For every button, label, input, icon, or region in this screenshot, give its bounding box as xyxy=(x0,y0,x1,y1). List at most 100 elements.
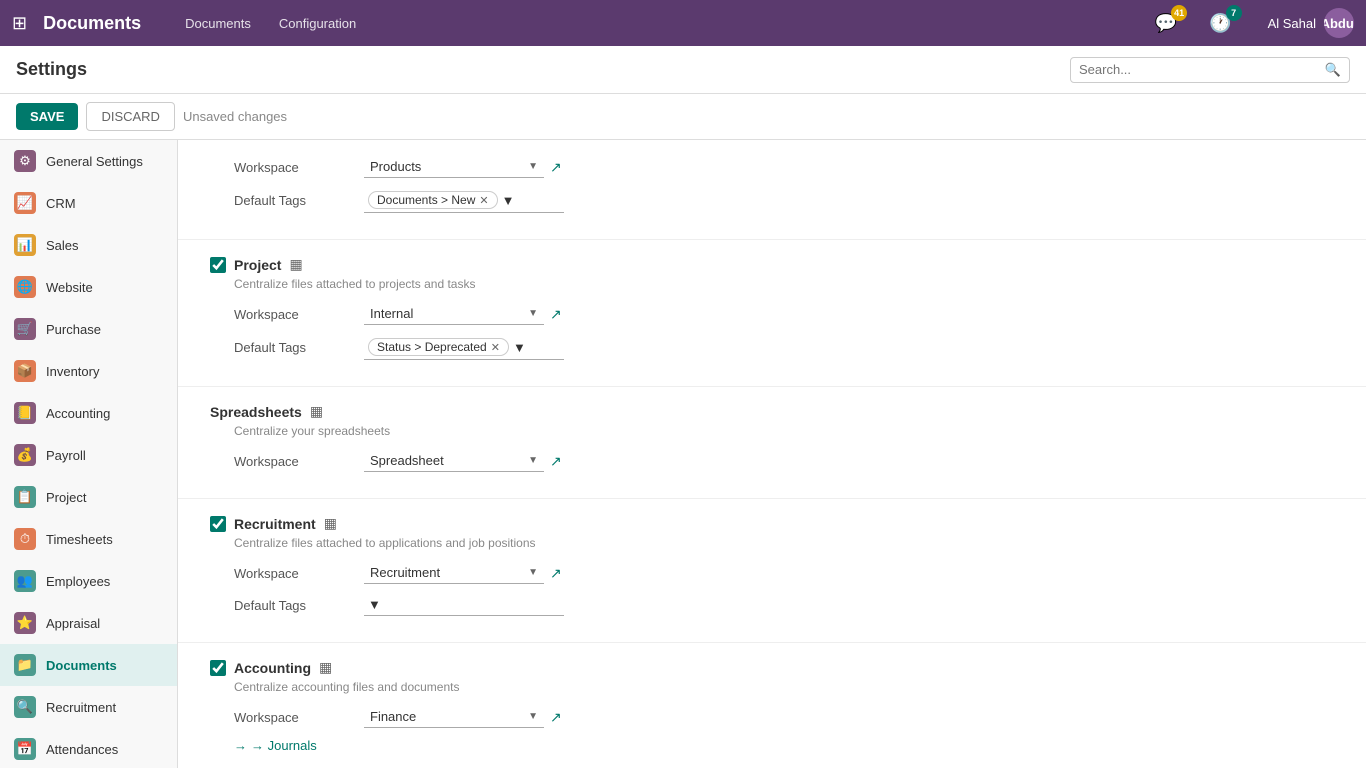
workspace-select-text-spreadsheets: Spreadsheet xyxy=(370,453,528,468)
discard-button[interactable]: DISCARD xyxy=(86,102,175,131)
recruitment-grid-icon: ▦ xyxy=(324,515,337,532)
nav-documents[interactable]: Documents xyxy=(173,10,263,37)
sidebar-item-crm[interactable]: 📈 CRM xyxy=(0,182,177,224)
workspace-external-link-products[interactable]: ↗ xyxy=(550,159,562,176)
nav-configuration[interactable]: Configuration xyxy=(267,10,368,37)
default-tags-label-recruitment: Default Tags xyxy=(234,598,364,613)
section-recruitment: Recruitment ▦ Centralize files attached … xyxy=(178,499,1366,643)
default-tags-label: Default Tags xyxy=(234,193,364,208)
workspace-select-recruitment[interactable]: Recruitment ▼ xyxy=(364,562,544,584)
appraisal-icon: ⭐ xyxy=(14,612,36,634)
spreadsheets-grid-icon: ▦ xyxy=(310,403,323,420)
sidebar-label-recruitment: Recruitment xyxy=(46,700,116,715)
tag-close-icon[interactable]: ✕ xyxy=(479,194,488,207)
sidebar-label-crm: CRM xyxy=(46,196,76,211)
crm-icon: 📈 xyxy=(14,192,36,214)
tags-box-products[interactable]: Documents > New ✕ ▼ xyxy=(364,188,564,213)
workspace-value-project: Internal ▼ ↗ xyxy=(364,303,562,325)
workspace-label-project: Workspace xyxy=(234,307,364,322)
sidebar-label-documents: Documents xyxy=(46,658,117,673)
chevron-down-icon-spreadsheets: ▼ xyxy=(528,455,538,466)
user-area[interactable]: Al Sahal Abdul xyxy=(1268,8,1354,38)
main-layout: ⚙ General Settings 📈 CRM 📊 Sales 🌐 Websi… xyxy=(0,140,1366,768)
tags-chevron-icon: ▼ xyxy=(502,193,515,208)
workspace-external-link-accounting[interactable]: ↗ xyxy=(550,709,562,726)
sidebar-item-accounting[interactable]: 📒 Accounting xyxy=(0,392,177,434)
workspace-select-spreadsheets[interactable]: Spreadsheet ▼ xyxy=(364,450,544,472)
grid-icon[interactable]: ⊞ xyxy=(12,13,27,34)
avatar: Abdul xyxy=(1324,8,1354,38)
sidebar-item-purchase[interactable]: 🛒 Purchase xyxy=(0,308,177,350)
sidebar-item-documents[interactable]: 📁 Documents xyxy=(0,644,177,686)
field-row-tags-recruitment: Default Tags ▼ xyxy=(234,594,1334,616)
tags-value-recruitment: ▼ xyxy=(364,594,564,616)
search-icon: 🔍 xyxy=(1325,62,1341,78)
sidebar-item-employees[interactable]: 👥 Employees xyxy=(0,560,177,602)
accounting-checkbox[interactable] xyxy=(210,660,226,676)
general-settings-icon: ⚙ xyxy=(14,150,36,172)
sidebar-item-appraisal[interactable]: ⭐ Appraisal xyxy=(0,602,177,644)
field-row-tags-products: Default Tags Documents > New ✕ ▼ xyxy=(234,188,1334,213)
accounting-description: Centralize accounting files and document… xyxy=(234,680,1334,694)
sidebar-label-website: Website xyxy=(46,280,93,295)
project-icon: 📋 xyxy=(14,486,36,508)
sidebar-label-employees: Employees xyxy=(46,574,110,589)
sidebar-item-general-settings[interactable]: ⚙ General Settings xyxy=(0,140,177,182)
save-button[interactable]: SAVE xyxy=(16,103,78,130)
recruitment-checkbox[interactable] xyxy=(210,516,226,532)
accounting-grid-icon: ▦ xyxy=(319,659,332,676)
unsaved-label: Unsaved changes xyxy=(183,109,287,124)
workspace-label-recruitment: Workspace xyxy=(234,566,364,581)
search-input[interactable] xyxy=(1079,62,1325,77)
sidebar-item-payroll[interactable]: 💰 Payroll xyxy=(0,434,177,476)
default-tags-label-project: Default Tags xyxy=(234,340,364,355)
sidebar-item-sales[interactable]: 📊 Sales xyxy=(0,224,177,266)
chevron-down-icon: ▼ xyxy=(528,161,538,172)
content-inner: Workspace Products ▼ ↗ Default Tags xyxy=(178,140,1366,768)
workspace-select-project[interactable]: Internal ▼ xyxy=(364,303,544,325)
workspace-label-spreadsheets: Workspace xyxy=(234,454,364,469)
documents-icon: 📁 xyxy=(14,654,36,676)
section-header-recruitment: Recruitment ▦ xyxy=(210,515,1334,532)
section-header-spreadsheets: Spreadsheets ▦ xyxy=(210,403,1334,420)
tags-chevron-icon-project: ▼ xyxy=(513,340,526,355)
sidebar-item-recruitment[interactable]: 🔍 Recruitment xyxy=(0,686,177,728)
tag-status-deprecated: Status > Deprecated ✕ xyxy=(368,338,509,356)
workspace-value-spreadsheets: Spreadsheet ▼ ↗ xyxy=(364,450,562,472)
activity-button[interactable]: 🕐 7 xyxy=(1205,9,1235,38)
project-description: Centralize files attached to projects an… xyxy=(234,277,1334,291)
project-checkbox[interactable] xyxy=(210,257,226,273)
workspace-select-text: Products xyxy=(370,159,528,174)
journals-link[interactable]: → → Journals xyxy=(234,738,1334,753)
journals-arrow-icon: → xyxy=(234,738,247,753)
workspace-external-link-project[interactable]: ↗ xyxy=(550,306,562,323)
field-row-workspace-spreadsheets: Workspace Spreadsheet ▼ ↗ xyxy=(234,450,1334,472)
workspace-select-products[interactable]: Products ▼ xyxy=(364,156,544,178)
sidebar-item-website[interactable]: 🌐 Website xyxy=(0,266,177,308)
content-area: Workspace Products ▼ ↗ Default Tags xyxy=(178,140,1366,768)
recruitment-description: Centralize files attached to application… xyxy=(234,536,1334,550)
messages-button[interactable]: 💬 41 xyxy=(1151,9,1181,38)
sidebar-label-general-settings: General Settings xyxy=(46,154,143,169)
nav-links: Documents Configuration xyxy=(173,10,368,37)
website-icon: 🌐 xyxy=(14,276,36,298)
sidebar-item-project[interactable]: 📋 Project xyxy=(0,476,177,518)
tags-box-recruitment[interactable]: ▼ xyxy=(364,594,564,616)
workspace-select-text-recruitment: Recruitment xyxy=(370,565,528,580)
page-title: Settings xyxy=(16,59,1070,80)
project-title: Project xyxy=(234,257,281,273)
tags-box-project[interactable]: Status > Deprecated ✕ ▼ xyxy=(364,335,564,360)
sidebar-label-purchase: Purchase xyxy=(46,322,101,337)
field-row-workspace-project: Workspace Internal ▼ ↗ xyxy=(234,303,1334,325)
search-box[interactable]: 🔍 xyxy=(1070,57,1350,83)
workspace-external-link-spreadsheets[interactable]: ↗ xyxy=(550,453,562,470)
sidebar-item-inventory[interactable]: 📦 Inventory xyxy=(0,350,177,392)
workspace-value: Products ▼ ↗ xyxy=(364,156,562,178)
journals-label: → Journals xyxy=(251,738,317,753)
sidebar-item-attendances[interactable]: 📅 Attendances xyxy=(0,728,177,768)
sales-icon: 📊 xyxy=(14,234,36,256)
tag-close-icon-status[interactable]: ✕ xyxy=(491,341,500,354)
sidebar-item-timesheets[interactable]: ⏱ Timesheets xyxy=(0,518,177,560)
workspace-select-accounting[interactable]: Finance ▼ xyxy=(364,706,544,728)
workspace-external-link-recruitment[interactable]: ↗ xyxy=(550,565,562,582)
